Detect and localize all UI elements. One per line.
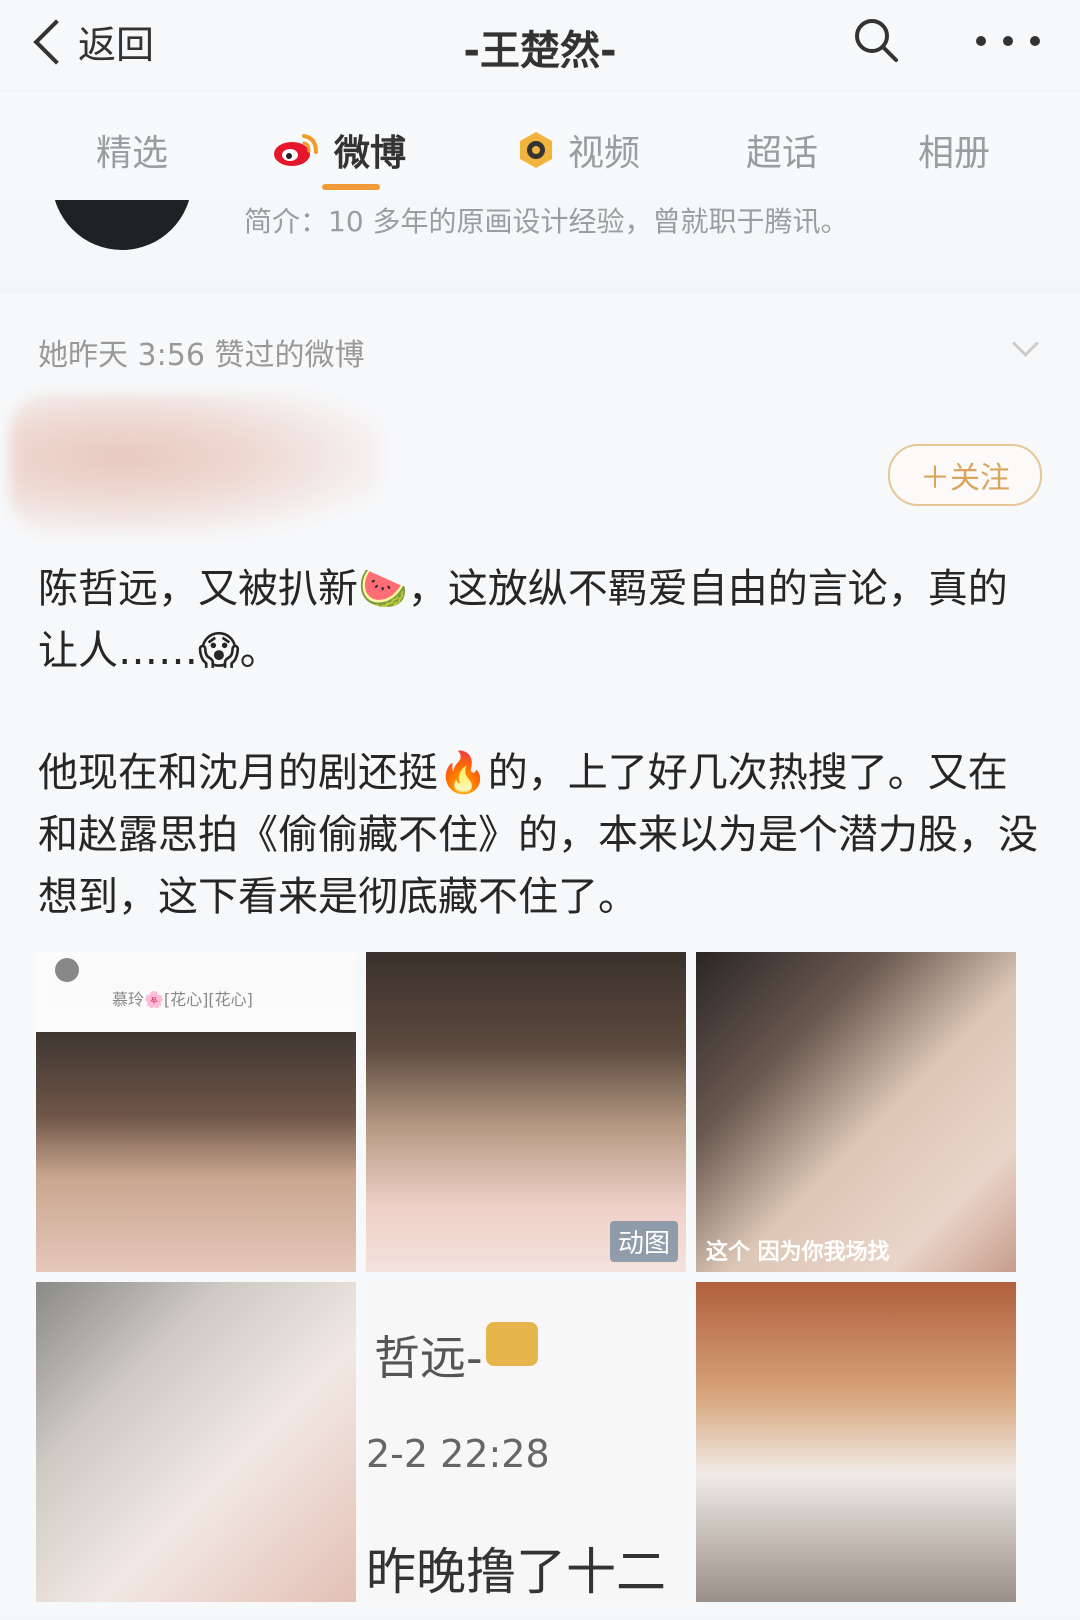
tab-bar: 精选 微博 视频 超话 相册 [0, 92, 1080, 202]
post-paragraph: 他现在和沈月的剧还挺🔥的，上了好几次热搜了。又在和赵露思拍《偷偷藏不住》的，本来… [38, 750, 1038, 920]
gif-badge: 动图 [609, 1221, 678, 1262]
tab-weibo[interactable]: 微博 [272, 124, 406, 176]
tab-video[interactable]: 视频 [516, 124, 640, 176]
image-grid: 慕玲🌸[花心][花心] 动图 这个 因为你我场找 哲远- 2-2 22:28 昨… [36, 952, 1046, 1620]
screenshot-time: 2-2 22:28 [366, 1432, 550, 1476]
profile-summary: 简介：10 多年的原画设计经验，曾就职于腾讯。 [0, 200, 1080, 280]
avatar[interactable] [52, 200, 192, 250]
tab-featured[interactable]: 精选 [96, 124, 168, 176]
embedded-post-header: 慕玲🌸[花心][花心] [52, 956, 356, 1009]
page-title: -王楚然- [463, 28, 617, 74]
grid-image-4[interactable] [36, 1282, 356, 1602]
grid-image-1[interactable]: 慕玲🌸[花心][花心] [36, 952, 356, 1272]
post-paragraph: 陈哲远，又被扒新🍉，这放纵不羁爱自由的言论，真的让人……😱。 [38, 566, 1008, 674]
screenshot-username: 哲远- [374, 1331, 483, 1385]
tab-super-topic[interactable]: 超话 [746, 124, 818, 176]
image-caption: 这个 因为你我场找 [706, 1240, 890, 1265]
profile-bio: 简介：10 多年的原画设计经验，曾就职于腾讯。 [244, 205, 849, 238]
video-icon [520, 132, 552, 168]
weibo-icon [274, 134, 318, 166]
grid-image-2[interactable]: 动图 [366, 952, 686, 1272]
active-tab-indicator [322, 184, 380, 190]
more-icon[interactable] [976, 36, 1040, 48]
embedded-post-text: 慕玲🌸[花心][花心] [112, 990, 253, 1009]
avatar-icon [55, 958, 79, 982]
blurred-user-info [10, 394, 380, 534]
grid-image-5[interactable]: 哲远- 2-2 22:28 昨晚撸了十二 [366, 1282, 686, 1602]
drama-still-photo [36, 1032, 356, 1272]
grid-image-6[interactable] [696, 1282, 1016, 1602]
grid-image-3[interactable]: 这个 因为你我场找 [696, 952, 1016, 1272]
screenshot-text: 昨晚撸了十二 [366, 1543, 666, 1601]
chevron-down-icon[interactable] [1012, 330, 1039, 357]
liked-timestamp: 她昨天 3:56 赞过的微博 [38, 338, 365, 373]
crown-icon [486, 1322, 538, 1366]
search-icon[interactable] [852, 16, 900, 64]
follow-button[interactable]: ＋关注 [888, 444, 1042, 506]
top-bar: 返回 -王楚然- [0, 0, 1080, 90]
tab-album[interactable]: 相册 [918, 124, 990, 176]
